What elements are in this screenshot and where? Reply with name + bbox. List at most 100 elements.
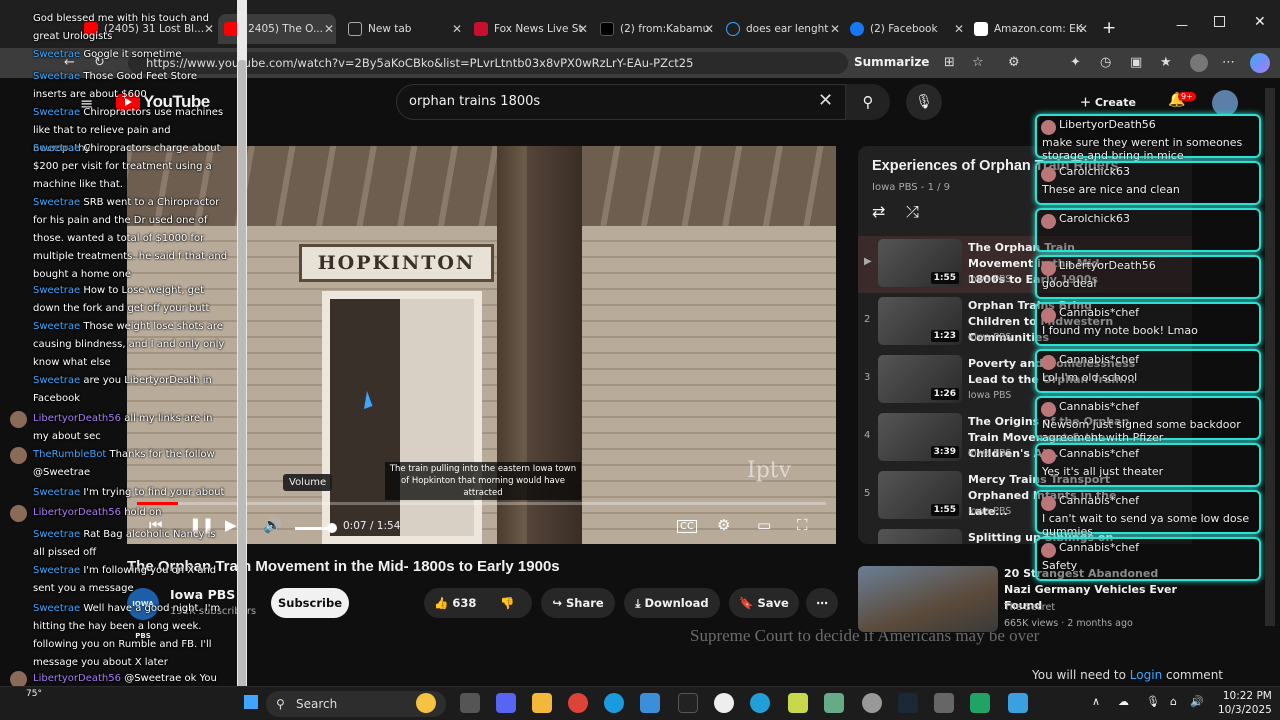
camera-icon[interactable] xyxy=(934,693,954,713)
maximize-button[interactable] xyxy=(1214,16,1225,27)
file-explorer-icon[interactable] xyxy=(532,693,552,713)
chat-username[interactable]: LibertyorDeath56 xyxy=(33,673,121,684)
save-button[interactable]: 🔖 Save xyxy=(729,588,799,618)
more-menu-icon[interactable]: ⋯ xyxy=(1222,55,1235,70)
close-tab-icon[interactable]: ✕ xyxy=(578,22,588,36)
close-tab-icon[interactable]: ✕ xyxy=(1078,22,1088,36)
system-clock[interactable]: 10:22 PM 10/3/2025 xyxy=(1218,689,1272,717)
tab-6[interactable]: does ear lenght ✕ xyxy=(726,14,842,44)
chat-username[interactable]: Sweetrae xyxy=(33,49,80,60)
chat-username[interactable]: Cannabis*chef xyxy=(1059,306,1139,319)
playlist-thumbnail[interactable]: 1:55 xyxy=(878,471,962,519)
chrome-icon[interactable] xyxy=(568,693,588,713)
volume-knob[interactable] xyxy=(327,523,337,533)
scroll-thumb[interactable] xyxy=(238,60,246,710)
subscribe-button[interactable]: Subscribe xyxy=(271,588,349,618)
network-icon[interactable]: ⌂ xyxy=(1170,695,1177,708)
close-tab-icon[interactable]: ✕ xyxy=(452,22,462,36)
chat-username[interactable]: Sweetrae xyxy=(33,603,80,614)
playlist-thumbnail[interactable] xyxy=(878,529,962,544)
extensions-icon[interactable]: ⚙ xyxy=(1008,55,1020,70)
chat-username[interactable]: Sweetrae xyxy=(33,529,80,540)
chat-username[interactable]: Sweetrae xyxy=(33,107,80,118)
like-button[interactable]: 👍 638 xyxy=(434,588,476,618)
close-tab-icon[interactable]: ✕ xyxy=(830,22,840,36)
download-button[interactable]: ⤓ Download xyxy=(624,588,720,618)
app-icon[interactable] xyxy=(678,693,698,713)
chat-username[interactable]: Sweetrae xyxy=(33,565,80,576)
copilot-icon[interactable] xyxy=(1250,53,1270,73)
excel-icon[interactable] xyxy=(970,693,990,713)
chat-username[interactable]: Sweetrae xyxy=(33,71,80,82)
chat-username[interactable]: LibertyorDeath56 xyxy=(1059,118,1156,131)
store-icon[interactable] xyxy=(640,693,660,713)
tab-5[interactable]: (2) from:Kabamu ✕ xyxy=(600,14,716,44)
theater-mode-icon[interactable]: ▭ xyxy=(757,516,771,534)
summarize-button[interactable]: Summarize xyxy=(854,55,929,69)
minimize-button[interactable]: — xyxy=(1176,18,1188,32)
pin-icon[interactable]: ✦ xyxy=(1070,55,1081,70)
search-button[interactable]: ⚲ xyxy=(846,84,890,120)
tray-chevron-icon[interactable]: ∧ xyxy=(1092,695,1100,708)
chat-username[interactable]: TheRumbleBot xyxy=(33,449,106,460)
collections-icon[interactable]: ▣ xyxy=(1130,55,1142,70)
chat-username[interactable]: Carolchick63 xyxy=(1059,165,1130,178)
chat-username[interactable]: Cannabis*chef xyxy=(1059,541,1139,554)
playlist-thumbnail[interactable]: 3:39 xyxy=(878,413,962,461)
fullscreen-icon[interactable]: ⛶ xyxy=(797,516,808,534)
chat-username[interactable]: Sweetrae xyxy=(33,143,80,154)
left-chat-scrollbar[interactable] xyxy=(237,0,247,720)
app4-icon[interactable] xyxy=(862,693,882,713)
telegram-icon[interactable] xyxy=(750,693,770,713)
clear-search-icon[interactable]: ✕ xyxy=(818,90,833,111)
chat-username[interactable]: Cannabis*chef xyxy=(1059,400,1139,413)
task-view-icon[interactable] xyxy=(460,693,480,713)
cloud-icon[interactable]: ☁ xyxy=(1118,695,1129,708)
loop-icon[interactable]: ⇄ xyxy=(872,202,885,221)
dislike-button[interactable]: 👎 xyxy=(500,588,514,618)
settings-gear-icon[interactable]: ⚙ xyxy=(717,516,730,534)
weather-widget[interactable]: 75° xyxy=(26,689,42,699)
playlist-thumbnail[interactable]: 1:26 xyxy=(878,355,962,403)
app3-icon[interactable] xyxy=(824,693,844,713)
share-button[interactable]: ↪ Share xyxy=(541,588,615,618)
edge-icon[interactable] xyxy=(604,693,624,713)
chat-username[interactable]: Cannabis*chef xyxy=(1059,447,1139,460)
chat-username[interactable]: LibertyorDeath56 xyxy=(1059,259,1156,272)
chat-username[interactable]: LibertyorDeath56 xyxy=(33,507,121,518)
history-icon[interactable]: ◷ xyxy=(1100,55,1111,70)
shuffle-icon[interactable]: ⤮ xyxy=(906,202,919,222)
mic-tray-icon[interactable]: 🎙 xyxy=(1146,695,1160,708)
voice-search-button[interactable]: 🎙 xyxy=(906,84,942,120)
chat-username[interactable]: Cannabis*chef xyxy=(1059,353,1139,366)
right-chat-scrollbar[interactable] xyxy=(1265,88,1275,626)
tab-7[interactable]: (2) Facebook ✕ xyxy=(850,14,966,44)
favorite-star-icon[interactable]: ☆ xyxy=(972,55,984,70)
tab-3[interactable]: New tab ✕ xyxy=(348,14,464,44)
chat-username[interactable]: LibertyorDeath56 xyxy=(33,413,121,424)
close-tab-icon[interactable]: ✕ xyxy=(324,22,334,36)
tab-8[interactable]: Amazon.com: EK ✕ xyxy=(974,14,1090,44)
favorites-icon[interactable]: ★ xyxy=(1160,55,1172,70)
close-tab-icon[interactable]: ✕ xyxy=(704,22,714,36)
discord-icon[interactable] xyxy=(496,693,516,713)
app2-icon[interactable] xyxy=(714,693,734,713)
volume-icon[interactable]: 🔊 xyxy=(263,516,282,534)
chat-username[interactable]: Sweetrae xyxy=(33,285,80,296)
new-tab-button[interactable]: + xyxy=(1102,18,1116,38)
chat-username[interactable]: Sweetrae xyxy=(33,197,80,208)
notes-icon[interactable] xyxy=(788,693,808,713)
close-window-button[interactable]: ✕ xyxy=(1254,14,1266,30)
chat-username[interactable]: Sweetrae xyxy=(33,375,80,386)
chat-username[interactable]: Cannabis*chef xyxy=(1059,494,1139,507)
sun-widget-icon[interactable] xyxy=(416,693,436,713)
search-input[interactable]: orphan trains 1800s xyxy=(396,84,846,120)
captions-icon[interactable]: CC xyxy=(677,520,697,533)
recommended-thumbnail[interactable] xyxy=(858,566,998,632)
profile-avatar[interactable] xyxy=(1190,54,1208,72)
steam-icon[interactable] xyxy=(898,693,918,713)
chat-username[interactable]: Sweetrae xyxy=(33,321,80,332)
more-actions-button[interactable]: ⋯ xyxy=(806,588,838,618)
volume-tray-icon[interactable]: 🔊 xyxy=(1190,695,1204,708)
start-icon[interactable] xyxy=(244,695,258,709)
